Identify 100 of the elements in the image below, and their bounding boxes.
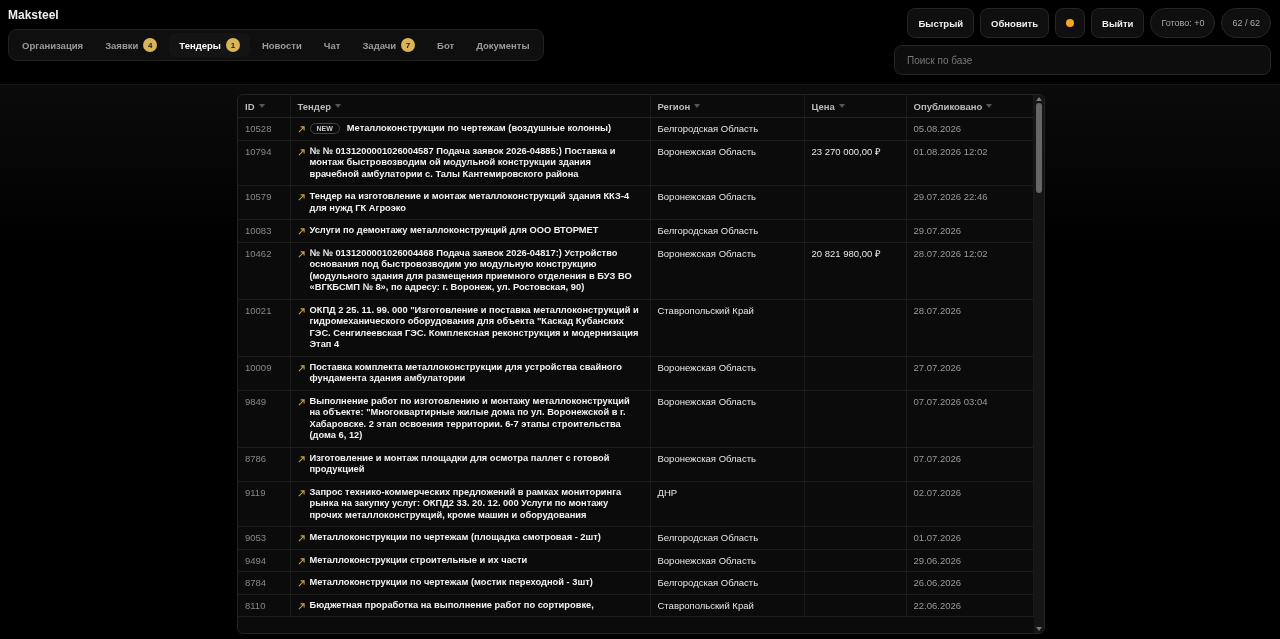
table-cell: 10009 — [238, 356, 290, 390]
table-cell: ДНР — [650, 481, 804, 527]
table-cell: 10794 — [238, 140, 290, 186]
table-cell: Воронежская Область — [650, 140, 804, 186]
column-header[interactable]: Опубликовано — [906, 95, 1034, 118]
table-cell: Белгородская Область — [650, 571, 804, 594]
toolbar-button[interactable]: Выйти — [1091, 8, 1145, 38]
table-cell: 9119 — [238, 481, 290, 527]
status-button[interactable] — [1055, 8, 1086, 38]
table-cell: Ставропольский Край — [650, 594, 804, 617]
sort-caret-icon — [838, 104, 845, 108]
diagonal-arrow-icon — [297, 602, 305, 610]
table-cell: Белгородская Область — [650, 219, 804, 242]
tab[interactable]: Новости — [251, 33, 312, 57]
column-header[interactable]: Регион — [650, 95, 804, 118]
table-cell: Белгородская Область — [650, 526, 804, 549]
scroll-up-icon[interactable] — [1036, 97, 1042, 101]
status-pill[interactable]: Готово: +0 — [1150, 8, 1216, 38]
table-cell: 9849 — [238, 390, 290, 447]
tender-title-link[interactable]: Металлоконструкции по чертежам (мостик переходной - 3шт) — [309, 577, 593, 589]
toolbar-button[interactable]: Обновить — [980, 8, 1050, 38]
table-cell: 01.08.2026 12:02 — [906, 140, 1034, 186]
diagonal-arrow-icon — [297, 398, 305, 406]
column-header[interactable]: ID — [238, 95, 290, 118]
table-cell: 07.07.2026 — [906, 447, 1034, 481]
scrollbar[interactable] — [1034, 95, 1044, 633]
table-cell: 8784 — [238, 571, 290, 594]
diagonal-arrow-icon — [297, 194, 305, 201]
search-field[interactable]: Поиск по базе — [894, 45, 1271, 75]
diagonal-arrow-icon — [297, 126, 305, 133]
tab[interactable]: Организация — [12, 33, 94, 57]
table-cell: 20 821 980,00 ₽ — [804, 242, 906, 299]
table-cell: Воронежская Область — [650, 447, 804, 481]
table-cell: Воронежская Область — [650, 356, 804, 390]
table-cell: 29.06.2026 — [906, 549, 1034, 572]
tab[interactable]: Задачи 7 — [352, 33, 426, 57]
table-cell: Белгородская Область — [650, 117, 804, 140]
diagonal-arrow-icon — [297, 489, 305, 497]
sort-caret-icon — [694, 104, 701, 108]
sort-caret-icon — [986, 104, 993, 108]
table-cell: Воронежская Область — [650, 242, 804, 299]
table-cell: 22.06.2026 — [906, 594, 1034, 617]
table-cell: 10528 — [238, 117, 290, 140]
table-cell: 28.07.2026 12:02 — [906, 242, 1034, 299]
tender-title-link[interactable]: Услуги по демонтажу металлоконструкций для ООО ВТОРМЕТ — [309, 225, 599, 237]
column-header[interactable]: Тендер — [290, 95, 650, 118]
sort-caret-icon — [258, 104, 265, 108]
toolbar-button[interactable]: Быстрый — [907, 8, 975, 38]
table-cell: 10021 — [238, 299, 290, 356]
diagonal-arrow-icon — [297, 580, 305, 587]
table-cell: Воронежская Область — [650, 390, 804, 447]
tender-title-link[interactable]: Металлоконструкции по чертежам (площадка смотровая - 2шт) — [309, 532, 601, 544]
table-cell: 01.07.2026 — [906, 526, 1034, 549]
diagonal-arrow-icon — [297, 535, 305, 542]
sort-caret-icon — [334, 104, 341, 108]
table-cell: 07.07.2026 03:04 — [906, 390, 1034, 447]
tender-title-link[interactable]: Выполнение работ по изготовлению и монтажу металлоконструкций на объекте: "Многоквартирные жилые дома по ул. Воронежской в г. Хабаровске. 2 этап освоения территории. 6-7 этапы строительства (дома 6, 12) — [309, 395, 643, 442]
table-cell: 10579 — [238, 185, 290, 220]
table-cell: 10462 — [238, 242, 290, 299]
table-cell: 29.07.2026 — [906, 219, 1034, 242]
tender-title-link[interactable]: Металлоконструкции по чертежам (воздушные колонны) — [346, 123, 612, 135]
table-cell: 10083 — [238, 219, 290, 242]
diagonal-arrow-icon — [297, 364, 305, 372]
diagonal-arrow-icon — [297, 455, 305, 463]
tender-title-link[interactable]: № № 0131200001026004587 Подача заявок 2026-04885:) Поставка и монтаж быстровозводим ой модульной конструкции здания врачебной амбулатории с. Талы Кантемировского района — [309, 145, 643, 180]
table-cell: 8786 — [238, 447, 290, 481]
tender-title-link[interactable]: Запрос технико-коммерческих предложений в рамках мониторинга рынка на закупку услуг: ОКПД2 33. 20. 12. 000 Услуги по монтажу прочих металлоконструкций, кроме машин и оборудования — [309, 486, 643, 521]
table-cell: 8110 — [238, 594, 290, 617]
app-title: Maksteel — [8, 8, 60, 22]
tender-title-link[interactable]: Изготовление и монтаж площадки для осмотра паллет с готовой продукцией — [309, 452, 643, 476]
tab[interactable]: Тендеры 1 — [169, 33, 250, 57]
table-cell: 26.06.2026 — [906, 571, 1034, 594]
tender-title-link[interactable]: ОКПД 2 25. 11. 99. 000 "Изготовление и поставка металлоконструкций и гидромеханического оборудования для объекта "Каскад Кубанских ГЭС. Сенгилеевская ГЭС. Комплексная реконструкция и модернизация Этап 4 — [309, 304, 643, 351]
diagonal-arrow-icon — [297, 307, 305, 315]
table-cell: 02.07.2026 — [906, 481, 1034, 527]
tender-title-link[interactable]: № № 0131200001026004468 Подача заявок 2026-04817:) Устройство основания под быстровозводим ую модульную конструкцию (модульного здания для размещения приемного отделения в БУЗ ВО «ВГКБСМП № 8», по адресу: г. Воронеж, ул. Ростовская, 90) — [309, 247, 643, 294]
table-cell: 27.07.2026 — [906, 356, 1034, 390]
table-cell: 05.08.2026 — [906, 117, 1034, 140]
diagonal-arrow-icon — [297, 148, 305, 156]
table-cell: 23 270 000,00 ₽ — [804, 140, 906, 186]
scroll-down-icon[interactable] — [1036, 627, 1042, 631]
tab[interactable]: Бот — [427, 33, 465, 57]
diagonal-arrow-icon — [297, 557, 305, 565]
tender-title-link[interactable]: Тендер на изготовление и монтаж металлоконструкций здания ККЗ-4 для нужд ГК Агроэко — [309, 191, 643, 214]
column-header[interactable]: Цена — [804, 95, 906, 118]
status-pill[interactable]: 62 / 62 — [1221, 8, 1271, 38]
table-cell: 28.07.2026 — [906, 299, 1034, 356]
table-cell: Воронежская Область — [650, 185, 804, 220]
tab[interactable]: Заявки 4 — [95, 33, 168, 57]
diagonal-arrow-icon — [297, 250, 305, 258]
table-cell: Ставропольский Край — [650, 299, 804, 356]
table-cell: 9053 — [238, 526, 290, 549]
tender-title-link[interactable]: Бюджетная проработка на выполнение работ по сортировке, — [309, 599, 594, 611]
table-cell: Воронежская Область — [650, 549, 804, 572]
table-cell: 29.07.2026 22:46 — [906, 185, 1034, 220]
tender-title-link[interactable]: Металлоконструкции строительные и их части — [309, 554, 528, 566]
tab[interactable]: Документы — [466, 33, 540, 57]
tab[interactable]: Чат — [313, 33, 351, 57]
table-cell: 9494 — [238, 549, 290, 572]
tender-title-link[interactable]: Поставка комплекта металлоконструкции для устройства свайного фундамента здания амбулатории — [309, 361, 643, 385]
